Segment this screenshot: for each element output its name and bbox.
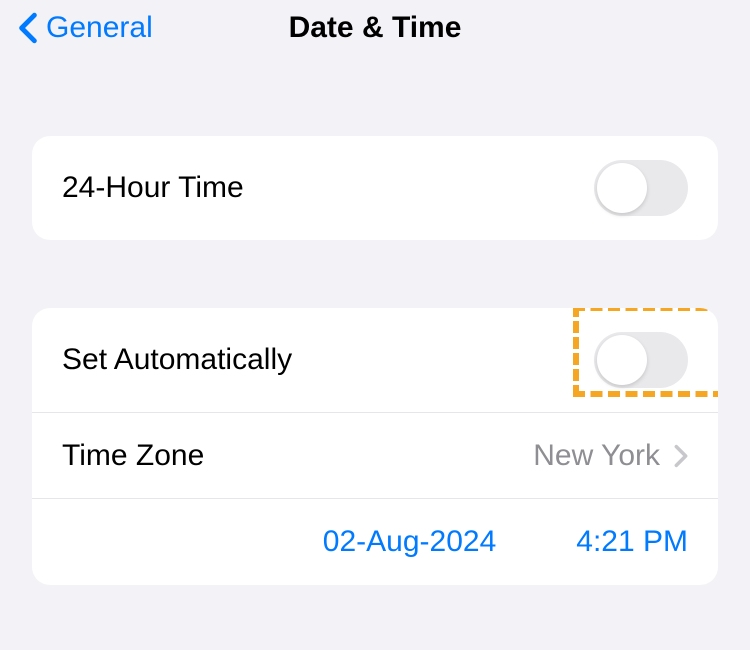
row-date-time: 02-Aug-2024 4:21 PM [32, 499, 718, 585]
settings-group-datetime: Set Automatically Time Zone New York 02-… [32, 308, 718, 585]
timezone-value: New York [533, 439, 660, 473]
row-24-hour-time: 24-Hour Time [32, 136, 718, 240]
row-label-set-auto: Set Automatically [62, 343, 292, 377]
toggle-24-hour-time[interactable] [594, 160, 688, 216]
date-picker-button[interactable]: 02-Aug-2024 [323, 525, 496, 559]
row-set-automatically: Set Automatically [32, 308, 718, 413]
settings-group-format: 24-Hour Time [32, 136, 718, 240]
row-label-timezone: Time Zone [62, 439, 204, 473]
chevron-left-icon [18, 12, 38, 44]
row-label-24hour: 24-Hour Time [62, 171, 244, 205]
back-label: General [46, 11, 153, 45]
row-value-timezone: New York [533, 439, 688, 473]
chevron-right-icon [674, 444, 688, 468]
nav-header: General Date & Time [0, 0, 750, 46]
toggle-knob [597, 335, 647, 385]
toggle-set-automatically[interactable] [594, 332, 688, 388]
toggle-knob [597, 163, 647, 213]
back-button[interactable]: General [18, 11, 153, 45]
time-picker-button[interactable]: 4:21 PM [576, 525, 688, 559]
page-title: Date & Time [289, 11, 462, 45]
row-time-zone[interactable]: Time Zone New York [32, 413, 718, 499]
